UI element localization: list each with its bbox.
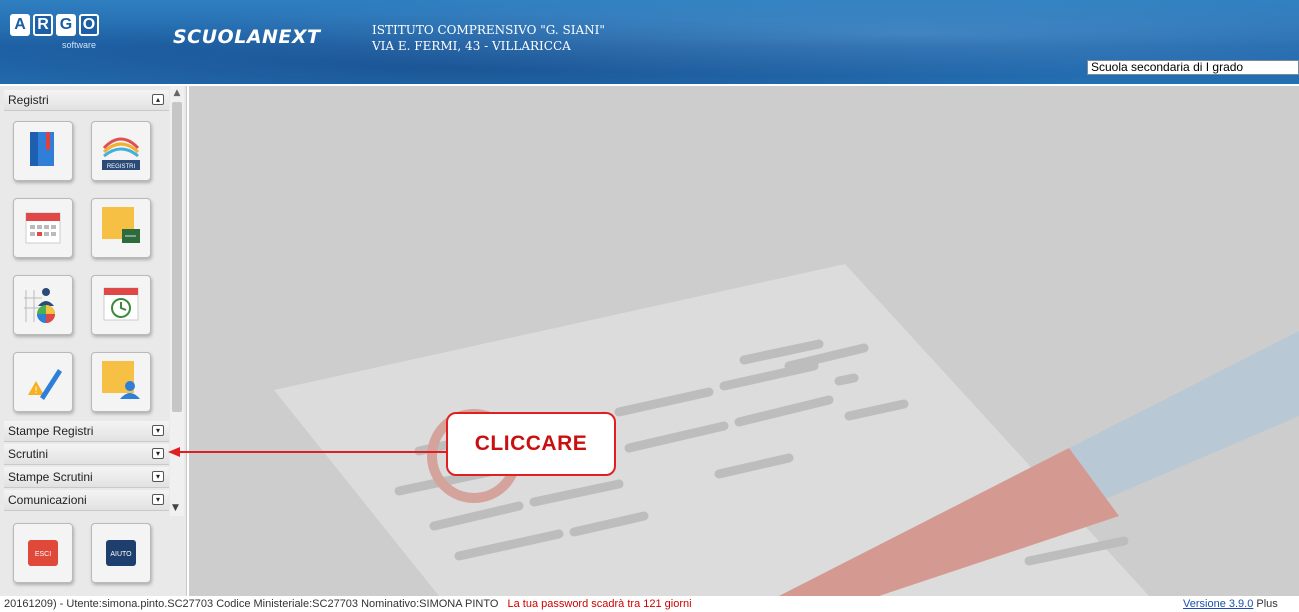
warning-pencil-icon: ! (28, 369, 62, 400)
school-name: ISTITUTO COMPRENSIVO "G. SIANI" (372, 23, 605, 37)
callout-arrow-icon (168, 447, 448, 457)
calendar-clock-icon (103, 287, 139, 321)
collapse-icon[interactable]: ▴ (152, 94, 164, 105)
expand-icon[interactable]: ▾ (152, 448, 164, 459)
section-label: Comunicazioni (8, 493, 87, 507)
help-label: AIUTO (110, 551, 132, 558)
tile-calendar-clock[interactable] (91, 275, 151, 335)
section-scrutini[interactable]: Scrutini ▾ (4, 444, 169, 465)
sticky-note-user-icon (102, 361, 140, 399)
scroll-down-icon[interactable]: ▼ (172, 503, 179, 513)
logo-letter: A (10, 14, 30, 36)
password-warning: La tua password scadrà tra 121 giorni (507, 598, 692, 610)
help-button[interactable]: AIUTO (91, 523, 151, 583)
section-stampe-scrutini[interactable]: Stampe Scrutini ▾ (4, 467, 169, 488)
school-type-select[interactable]: Scuola secondaria di I grado (1087, 60, 1299, 75)
user-info: 20161209) - Utente:simona.pinto.SC27703 … (4, 598, 499, 610)
calendar-icon (25, 212, 61, 244)
callout-annotation: CLICCARE (446, 412, 616, 476)
school-info: ISTITUTO COMPRENSIVO "G. SIANI" VIA E. F… (372, 22, 605, 54)
expand-icon[interactable]: ▾ (152, 494, 164, 505)
logo-letter: G (56, 14, 76, 36)
registri-icon: REGISTRI (102, 137, 140, 170)
school-address: VIA E. FERMI, 43 - VILLARICCA (372, 39, 571, 53)
tile-grid-chart-student[interactable] (13, 275, 73, 335)
section-label: Stampe Scrutini (8, 470, 93, 484)
section-comunicazioni[interactable]: Comunicazioni ▾ (4, 490, 169, 511)
tile-calendar[interactable] (13, 198, 73, 258)
tile-registri[interactable]: REGISTRI (91, 121, 151, 181)
logo-letter: R (33, 14, 53, 36)
scrollbar-thumb[interactable] (172, 102, 182, 412)
version-link[interactable]: Versione 3.9.0 (1183, 598, 1253, 610)
section-label: Stampe Registri (8, 424, 94, 438)
help-icon: AIUTO (106, 540, 136, 566)
tile-sticky-note-user[interactable] (91, 352, 151, 412)
status-footer: 20161209) - Utente:simona.pinto.SC27703 … (0, 596, 1299, 612)
app-header: A R G O software SCUOLANEXT ISTITUTO COM… (0, 0, 1299, 84)
tile-register-book[interactable] (13, 121, 73, 181)
logo-subtitle: software (62, 40, 97, 50)
exit-icon: ESCI (28, 540, 58, 566)
grid-chart-student-icon (24, 288, 55, 323)
svg-text:!: ! (34, 386, 38, 396)
exit-button[interactable]: ESCI (13, 523, 73, 583)
tile-sticky-note-board[interactable] (91, 198, 151, 258)
main-content-area (189, 86, 1299, 596)
section-label: Scrutini (8, 447, 49, 461)
logo-letter: O (79, 14, 99, 36)
background-illustration (274, 264, 1299, 596)
expand-icon[interactable]: ▾ (152, 425, 164, 436)
version-info: Versione 3.9.0 Plus (1183, 598, 1278, 610)
expand-icon[interactable]: ▾ (152, 471, 164, 482)
section-label: Registri (8, 93, 49, 107)
tile-warning-pencil[interactable]: ! (13, 352, 73, 412)
sidebar: Registri ▴ ▲ REGISTRI ! Stampe Registri … (0, 86, 187, 596)
brand-title: SCUOLANEXT (173, 26, 321, 48)
footer-info: 20161209) - Utente:simona.pinto.SC27703 … (4, 598, 692, 610)
sticky-note-board-icon (102, 207, 140, 243)
argo-logo: A R G O (10, 14, 99, 36)
register-book-icon (30, 132, 54, 166)
section-registri[interactable]: Registri ▴ (4, 90, 169, 111)
scroll-up-icon[interactable]: ▲ (172, 88, 182, 98)
exit-label: ESCI (35, 551, 51, 558)
section-stampe-registri[interactable]: Stampe Registri ▾ (4, 421, 169, 442)
version-suffix: Plus (1256, 598, 1278, 610)
tile-label: REGISTRI (107, 164, 136, 170)
